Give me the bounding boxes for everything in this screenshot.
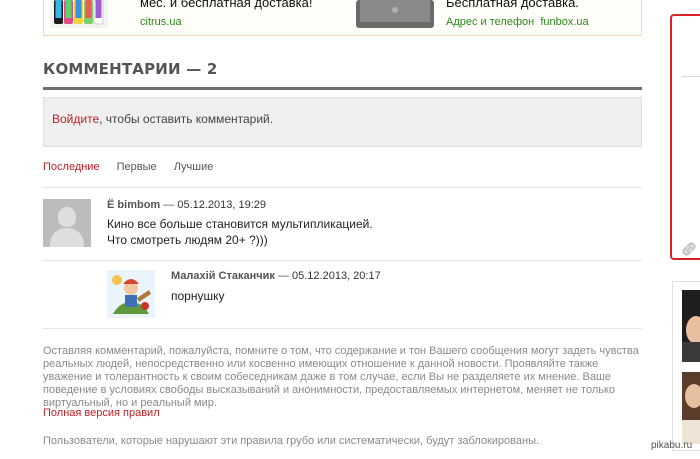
title-divider — [43, 87, 642, 90]
divider — [43, 187, 642, 188]
sort-tabs: Последние Первые Лучшие — [43, 161, 227, 173]
ads-strip: мес. и бесплатная доставка! citrus.ua Бе… — [43, 0, 642, 36]
comment-text: Кино все больше становится мультипликаци… — [107, 216, 373, 248]
comment-author[interactable]: Ё bimbom — [107, 199, 160, 211]
login-link[interactable]: Войдите — [52, 112, 99, 126]
ad-funbox[interactable]: Бесплатная доставка. Адрес и телефон fun… — [356, 0, 638, 36]
comment-line: Кино все больше становится мультипликаци… — [107, 217, 373, 231]
comment-line: Что смотреть людям 20+ ?))) — [107, 233, 268, 247]
phones-image — [50, 0, 108, 28]
watermark: pikabu.ru — [651, 440, 693, 451]
ad-url[interactable]: funbox.ua — [540, 16, 588, 28]
comment-date[interactable]: 05.12.2013, 19:29 — [177, 199, 266, 211]
tab-latest[interactable]: Последние — [43, 161, 100, 173]
meta-separator: — — [274, 270, 293, 282]
link-icon[interactable] — [680, 240, 698, 258]
login-prompt: Войдите, чтобы оставить комментарий. — [52, 112, 273, 126]
ad-title[interactable]: мес. и бесплатная доставка! — [140, 0, 312, 10]
ad-url-label[interactable]: Адрес и телефон — [446, 16, 534, 28]
sidebar-thumbnail[interactable] — [682, 290, 700, 362]
divider — [43, 328, 642, 329]
tab-best[interactable]: Лучшие — [174, 161, 214, 173]
comment-rules: Оставляя комментарий, пожалуйста, помнит… — [43, 345, 639, 409]
ban-notice: Пользователи, которые нарушают эти прави… — [43, 435, 540, 447]
ad-title[interactable]: Бесплатная доставка. — [446, 0, 579, 10]
comment-meta: Малахій Стаканчик — 05.12.2013, 20:17 — [171, 270, 381, 282]
avatar[interactable] — [43, 199, 91, 247]
login-prompt-box: Войдите, чтобы оставить комментарий. — [43, 97, 642, 147]
avatar[interactable] — [107, 270, 155, 318]
laptop-image — [356, 0, 434, 28]
comment-meta: Ё bimbom — 05.12.2013, 19:29 — [107, 199, 266, 211]
meta-separator: — — [160, 199, 178, 211]
login-prompt-text: , чтобы оставить комментарий. — [99, 112, 274, 126]
comment-author[interactable]: Малахій Стаканчик — [171, 270, 275, 282]
comments-title: КОММЕНТАРИИ — 2 — [43, 60, 218, 78]
sidebar-widget — [670, 14, 700, 260]
comment-date[interactable]: 05.12.2013, 20:17 — [292, 270, 381, 282]
comment-text: порнушку — [171, 288, 224, 304]
tab-first[interactable]: Первые — [117, 161, 157, 173]
ad-url-line[interactable]: Адрес и телефон funbox.ua — [446, 16, 589, 28]
divider — [43, 260, 642, 261]
comment-line: порнушку — [171, 289, 225, 303]
ad-url[interactable]: citrus.ua — [140, 16, 182, 28]
sidebar-thumbnail[interactable] — [682, 372, 700, 444]
ad-citrus[interactable]: мес. и бесплатная доставка! citrus.ua — [50, 0, 340, 36]
rules-link[interactable]: Полная версия правил — [43, 407, 160, 419]
